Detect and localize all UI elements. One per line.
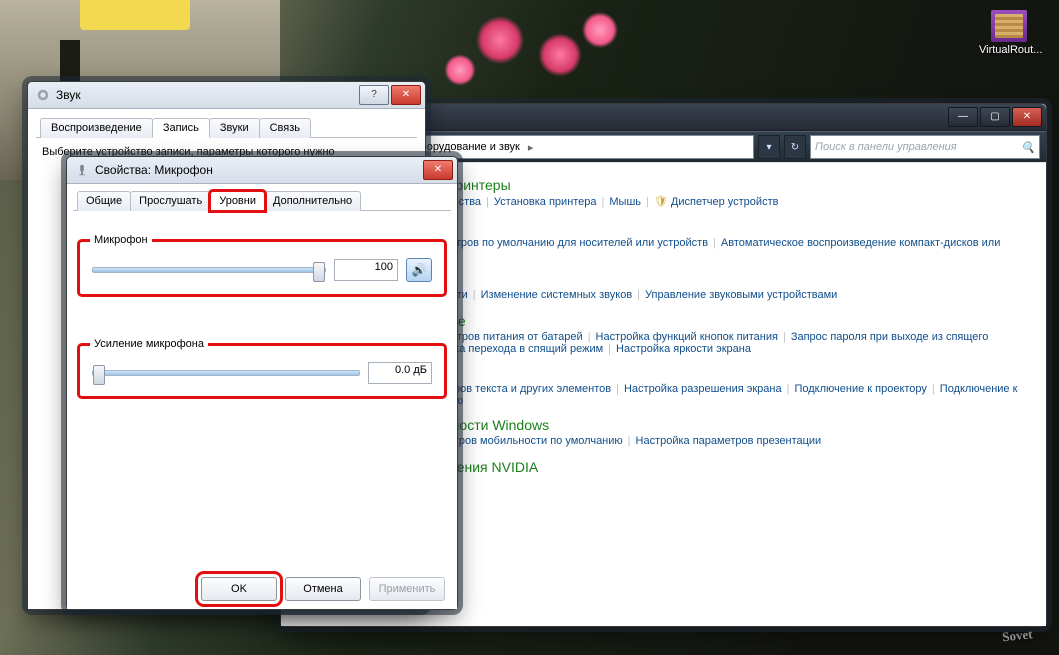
archive-icon: [991, 10, 1027, 42]
group-label: Микрофон: [90, 234, 152, 246]
tab-воспроизведение[interactable]: Воспроизведение: [40, 118, 153, 138]
titlebar[interactable]: Свойства: Микрофон ✕: [67, 157, 457, 184]
category-link[interactable]: Диспетчер устройств: [671, 196, 779, 208]
category-link[interactable]: Настройка разрешения экрана: [624, 383, 782, 395]
category-link[interactable]: Установка принтера: [494, 196, 597, 208]
refresh-button[interactable]: ↻: [784, 135, 806, 159]
desktop-icon-label: VirtualRout...: [979, 44, 1039, 56]
tab-дополнительно[interactable]: Дополнительно: [264, 191, 361, 211]
category-link[interactable]: Настройка функций кнопок питания: [596, 331, 778, 343]
desktop-icon-virtualrouter[interactable]: VirtualRout...: [979, 10, 1039, 56]
tab-звуки[interactable]: Звуки: [209, 118, 260, 138]
microphone-level-slider[interactable]: [92, 267, 326, 273]
titlebar[interactable]: Звук ? ✕: [28, 82, 425, 109]
breadcrumb-dropdown[interactable]: ▾: [758, 135, 780, 159]
microphone-boost-slider[interactable]: [92, 370, 360, 376]
category-link[interactable]: Настройка параметров презентации: [636, 435, 822, 447]
ok-button[interactable]: OK: [201, 577, 277, 601]
window-title: Звук: [56, 88, 353, 102]
category-link[interactable]: Управление звуковыми устройствами: [645, 289, 837, 301]
cancel-button[interactable]: Отмена: [285, 577, 361, 601]
category-title[interactable]: Автозапуск: [361, 219, 1026, 235]
mute-button[interactable]: 🔊: [406, 258, 432, 282]
tab-связь[interactable]: Связь: [259, 118, 311, 138]
search-icon: 🔍: [1021, 141, 1035, 154]
help-button[interactable]: ?: [359, 85, 389, 105]
category-title[interactable]: Экран: [363, 365, 1026, 381]
close-button[interactable]: ✕: [423, 160, 453, 180]
tab-уровни[interactable]: Уровни: [210, 191, 265, 211]
category-link[interactable]: Настройка яркости экрана: [616, 343, 751, 355]
minimize-button[interactable]: —: [948, 107, 978, 127]
close-button[interactable]: ✕: [391, 85, 421, 105]
category-link[interactable]: Изменение системных звуков: [481, 289, 633, 301]
microphone-boost-value[interactable]: 0.0 дБ: [368, 362, 432, 384]
shield-icon: 🛡: [654, 196, 671, 208]
microphone-level-value[interactable]: 100: [334, 259, 398, 281]
category-link[interactable]: Мышь: [609, 196, 641, 208]
category-link[interactable]: Подключение к проектору: [794, 383, 926, 395]
sound-icon: [36, 88, 50, 102]
group-label: Усиление микрофона: [90, 338, 208, 350]
window-title: Свойства: Микрофон: [95, 163, 417, 177]
search-input[interactable]: Поиск в панели управления 🔍: [810, 135, 1040, 159]
chevron-right-icon: ▸: [528, 141, 534, 154]
search-placeholder: Поиск в панели управления: [815, 141, 957, 153]
maximize-button[interactable]: ▢: [980, 107, 1010, 127]
microphone-level-group: Микрофон 100 🔊: [79, 241, 445, 295]
apply-button[interactable]: Применить: [369, 577, 445, 601]
tab-общие[interactable]: Общие: [77, 191, 131, 211]
tabstrip: ВоспроизведениеЗаписьЗвукиСвязь: [36, 117, 417, 138]
category-title[interactable]: Электропитание: [359, 313, 1026, 329]
microphone-boost-group: Усиление микрофона 0.0 дБ: [79, 345, 445, 397]
close-button[interactable]: ✕: [1012, 107, 1042, 127]
breadcrumb-item[interactable]: Оборудование и звук: [412, 141, 520, 153]
tab-запись[interactable]: Запись: [152, 118, 210, 138]
microphone-icon: [75, 163, 89, 177]
microphone-properties-window: Свойства: Микрофон ✕ ОбщиеПрослушатьУров…: [66, 156, 458, 610]
tab-прослушать[interactable]: Прослушать: [130, 191, 211, 211]
tabstrip: ОбщиеПрослушатьУровниДополнительно: [73, 190, 451, 211]
